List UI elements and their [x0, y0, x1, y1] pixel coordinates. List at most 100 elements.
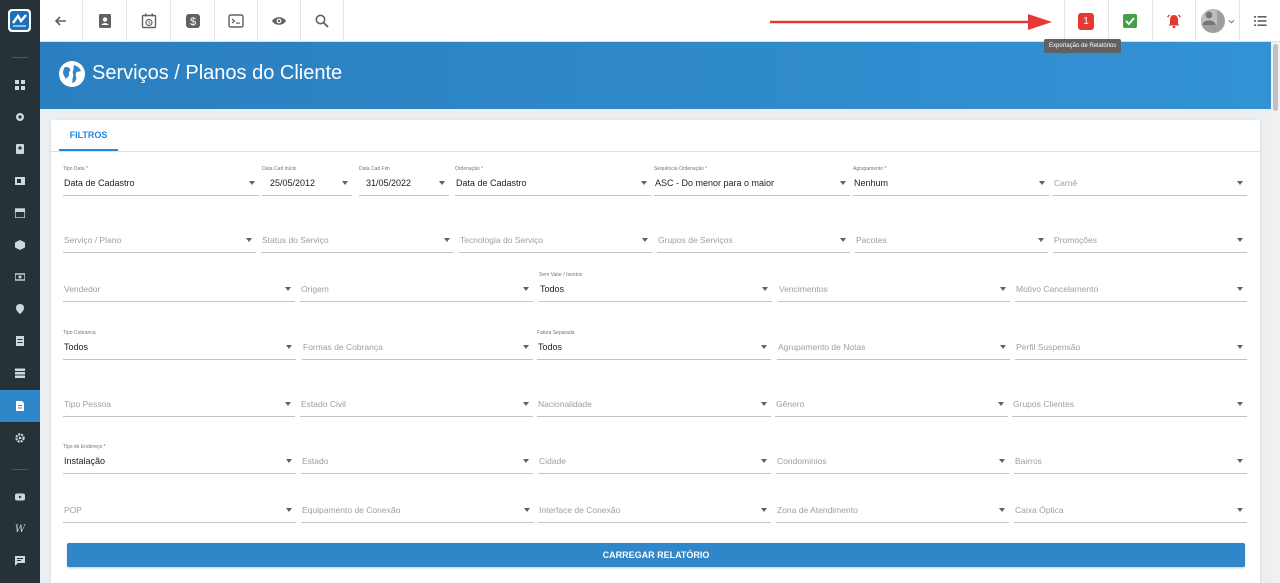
sidebar-item-settings[interactable]: [0, 101, 40, 133]
alarms-button[interactable]: [1152, 0, 1195, 42]
field-zona-atendimento[interactable]: Zona de Atendimento: [776, 493, 1009, 523]
user-menu[interactable]: [1195, 0, 1239, 42]
field-placeholder: Tipo Pessoa: [64, 399, 111, 409]
field-estado[interactable]: Estado: [301, 444, 533, 474]
field-tipo-pessoa[interactable]: Tipo Pessoa: [63, 387, 295, 417]
field-condominios[interactable]: Condominios: [776, 444, 1009, 474]
field-placeholder: Caixa Óptica: [1015, 505, 1064, 515]
view-button[interactable]: [258, 0, 301, 42]
field-label: Tipo Cobranca: [63, 330, 96, 336]
report-export-button[interactable]: 1: [1064, 0, 1107, 42]
field-ordenacao[interactable]: Ordenação * Data de Cadastro: [455, 166, 651, 196]
terminal-button[interactable]: [215, 0, 258, 42]
sidebar-item-youtube[interactable]: [0, 481, 40, 513]
menu-list-icon: [1254, 16, 1267, 26]
field-tipo-cobranca[interactable]: Tipo Cobranca Todos: [63, 330, 296, 360]
main-menu-button[interactable]: [1239, 0, 1280, 42]
field-origem[interactable]: Origem: [300, 272, 533, 302]
field-status-servico[interactable]: Status do Serviço: [261, 223, 454, 253]
field-formas-cobranca[interactable]: Formas de Cobrança: [302, 330, 533, 360]
search-button[interactable]: [301, 0, 344, 42]
field-sequencia-ordenacao[interactable]: Sequência Ordenação * ASC - Do menor para…: [654, 166, 850, 196]
sidebar-item-dashboard[interactable]: [0, 69, 40, 101]
field-carne[interactable]: Carnê: [1053, 166, 1247, 196]
field-promocoes[interactable]: Promoções: [1053, 223, 1247, 253]
schedule-button[interactable]: [128, 0, 171, 42]
dropdown-caret-icon: [523, 459, 529, 463]
sidebar-item-chat[interactable]: [0, 545, 40, 577]
field-estado-civil[interactable]: Estado Civil: [300, 387, 533, 417]
sidebar-item-reports[interactable]: [0, 390, 40, 422]
field-data-cad-fim[interactable]: Data Cad Fim 31/05/2022: [359, 166, 449, 196]
sidebar-item-locations[interactable]: [0, 293, 40, 325]
field-grupos-clientes[interactable]: Grupos Clientes: [1012, 387, 1247, 417]
field-tecnologia-servico[interactable]: Tecnologia do Serviço: [459, 223, 652, 253]
field-placeholder: Interface de Conexão: [539, 505, 621, 515]
field-interface-conexao[interactable]: Interface de Conexão: [538, 493, 771, 523]
sidebar: W: [0, 0, 40, 583]
back-button[interactable]: [40, 0, 83, 42]
scrollbar-thumb[interactable]: [1273, 44, 1278, 111]
field-label: Ordenação *: [455, 166, 484, 172]
document-icon: [16, 401, 24, 411]
field-pop[interactable]: POP: [63, 493, 296, 523]
field-tipo-data[interactable]: Tipo Data * Data de Cadastro: [63, 166, 259, 196]
field-vendedor[interactable]: Vendedor: [63, 272, 295, 302]
field-placeholder: Tecnologia do Serviço: [460, 235, 544, 245]
sidebar-item-media[interactable]: [0, 165, 40, 197]
field-pacotes[interactable]: Pacotes: [855, 223, 1048, 253]
field-equipamento-conexao[interactable]: Equipamento de Conexão: [301, 493, 534, 523]
field-genero[interactable]: Gênero: [775, 387, 1008, 417]
field-servico-plano[interactable]: Serviço / Plano: [63, 223, 256, 253]
sidebar-item-contacts[interactable]: [0, 133, 40, 165]
dropdown-caret-icon: [1237, 238, 1243, 242]
field-value: Todos: [64, 342, 89, 352]
field-agrupamento[interactable]: Agrupamento * Nenhum: [853, 166, 1049, 196]
tasks-button[interactable]: [1108, 0, 1151, 42]
field-fatura-separada[interactable]: Fatura Separada Todos: [537, 330, 771, 360]
field-value: 25/05/2012: [270, 178, 316, 188]
field-placeholder: Condominios: [777, 456, 827, 466]
globe-icon: [59, 61, 85, 87]
sidebar-item-finance[interactable]: [0, 261, 40, 293]
field-value: 31/05/2022: [366, 178, 412, 188]
field-grupos-servicos[interactable]: Grupos de Serviços: [657, 223, 850, 253]
dropdown-caret-icon: [999, 459, 1005, 463]
field-tipo-endereco[interactable]: Tipo de Endereço * Instalação: [63, 444, 296, 474]
field-nacionalidade[interactable]: Nacionalidade: [537, 387, 771, 417]
report-export-icon: 1: [1078, 12, 1094, 30]
page-scrollbar[interactable]: [1271, 42, 1280, 583]
field-bairros[interactable]: Bairros: [1014, 444, 1247, 474]
dropdown-caret-icon: [999, 508, 1005, 512]
sidebar-item-config[interactable]: [0, 422, 40, 454]
load-report-button[interactable]: CARREGAR RELATÓRIO: [67, 543, 1245, 567]
location-pin-icon: [16, 304, 24, 314]
tab-filtros[interactable]: FILTROS: [59, 120, 118, 151]
contacts-button[interactable]: [84, 0, 127, 42]
check-icon: [1123, 14, 1137, 28]
sidebar-divider: [12, 57, 28, 58]
field-value: Nenhum: [854, 178, 889, 188]
sidebar-item-lists[interactable]: [0, 325, 40, 357]
field-cidade[interactable]: Cidade: [538, 444, 771, 474]
field-motivo-cancelamento[interactable]: Motivo Cancelamento: [1015, 272, 1247, 302]
field-sem-valor-isentos[interactable]: Sem Valor / Isentos Todos: [539, 272, 772, 302]
sidebar-item-layers[interactable]: [0, 357, 40, 389]
field-caixa-optica[interactable]: Caixa Óptica: [1014, 493, 1247, 523]
sidebar-item-wordpress[interactable]: W: [0, 513, 40, 545]
field-agrupamento-notas[interactable]: Agrupamento de Notas: [777, 330, 1010, 360]
dropdown-caret-icon: [761, 345, 767, 349]
chevron-down-icon: [1228, 19, 1234, 24]
sidebar-item-calendar[interactable]: [0, 197, 40, 229]
field-placeholder: POP: [64, 505, 82, 515]
field-vencimentos[interactable]: Vencimentos: [778, 272, 1010, 302]
app-logo[interactable]: [8, 9, 31, 32]
settings-cog-icon: [16, 113, 24, 121]
back-arrow-icon: [54, 16, 66, 26]
finance-button[interactable]: $: [172, 0, 215, 42]
sidebar-item-packages[interactable]: [0, 229, 40, 261]
field-perfil-suspensao[interactable]: Perfil Suspensão: [1015, 330, 1247, 360]
field-placeholder: Carnê: [1054, 178, 1078, 188]
field-data-cad-inicio[interactable]: Data Cad Início 25/05/2012: [262, 166, 352, 196]
dropdown-caret-icon: [1000, 345, 1006, 349]
